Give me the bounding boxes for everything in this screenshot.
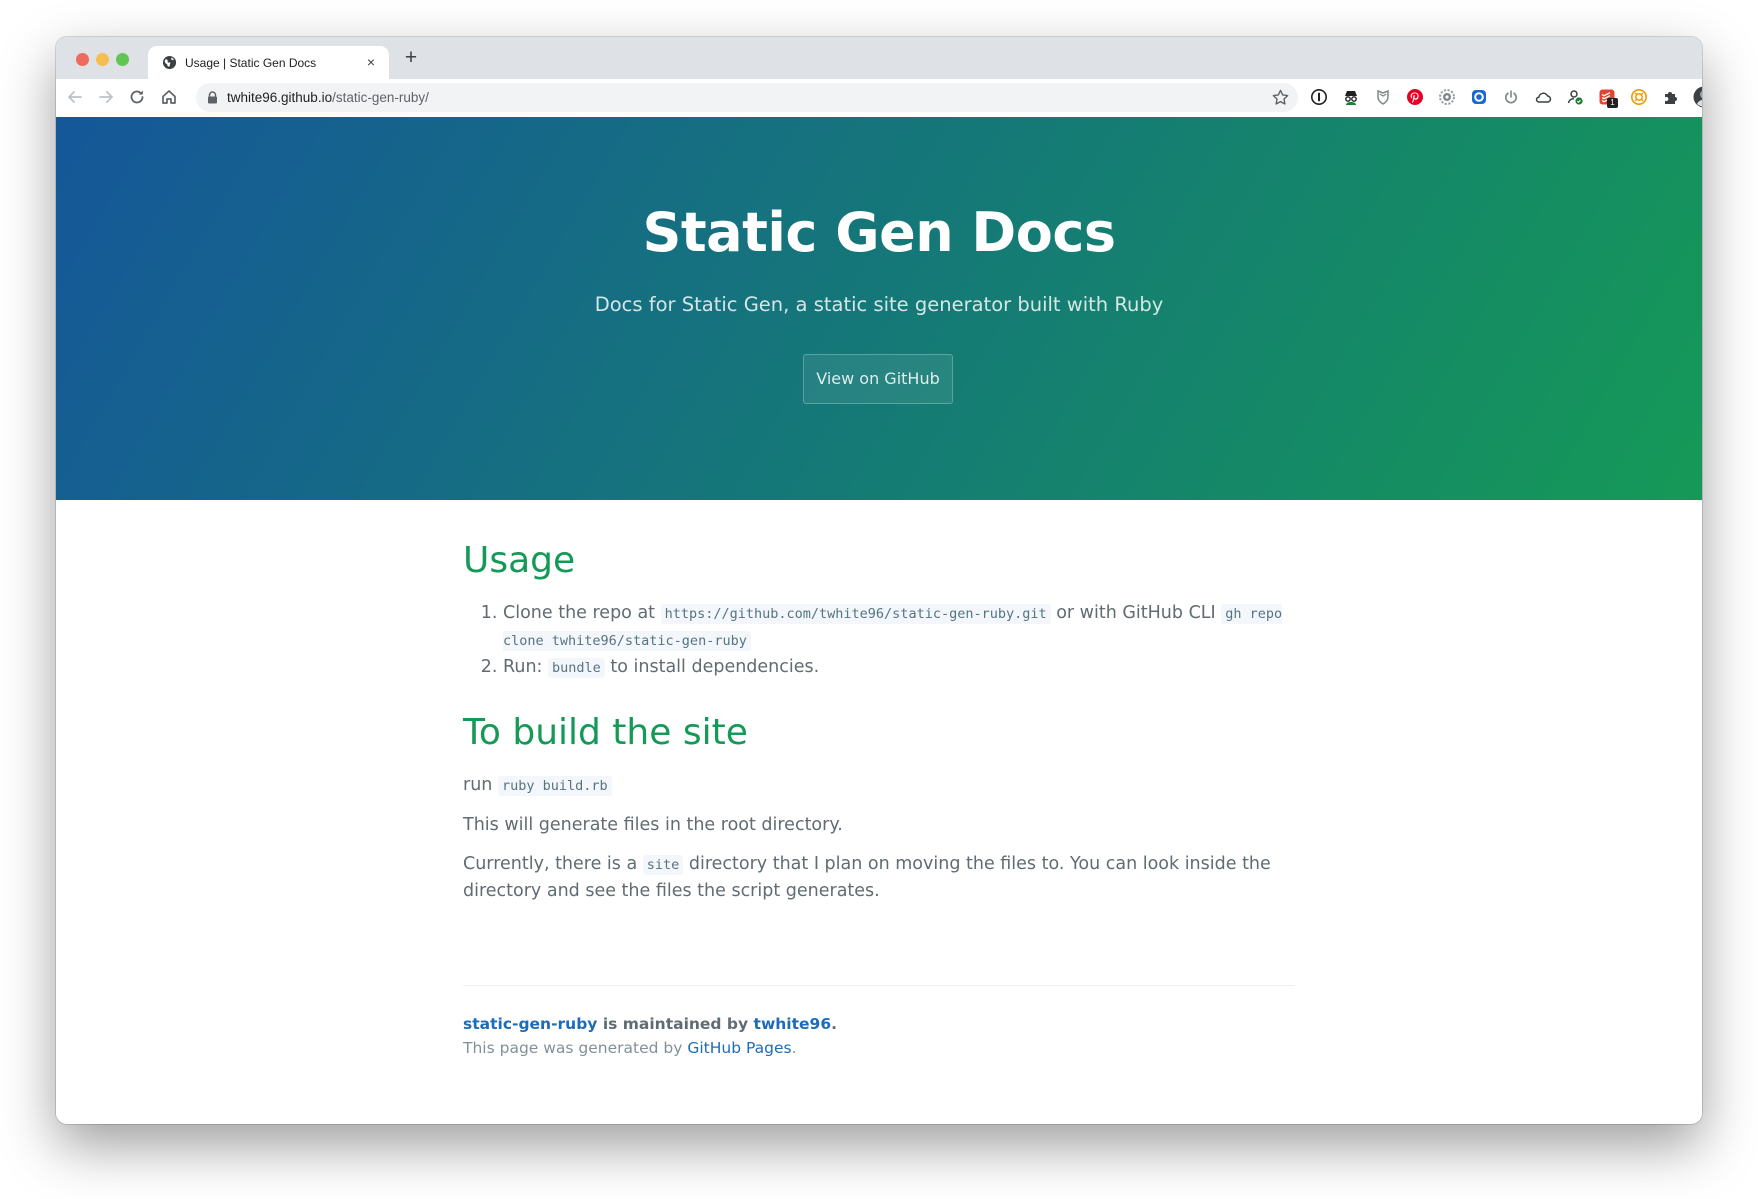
step2-text: Run: [503, 657, 543, 677]
usage-step-2: Run: bundle to install dependencies. [503, 654, 1295, 681]
extension-badge: 1 [1607, 98, 1618, 108]
usage-steps-list: Clone the repo at https://github.com/twh… [463, 600, 1295, 681]
currently-paragraph: Currently, there is a site directory tha… [463, 851, 1295, 904]
owner-link[interactable]: twhite96 [754, 1015, 832, 1033]
url-text: twhite96.github.io/static-gen-ruby/ [227, 90, 429, 105]
project-tagline: Docs for Static Gen, a static site gener… [594, 293, 1164, 316]
currently-start-text: Currently, there is a [463, 854, 638, 874]
repo-link[interactable]: static-gen-ruby [463, 1015, 597, 1033]
orange-sun-icon[interactable] [1630, 88, 1648, 106]
url-host: twhite96.github.io [227, 90, 333, 105]
minimize-window-button[interactable] [96, 53, 109, 66]
person-sync-icon[interactable] [1566, 88, 1584, 106]
usage-heading: Usage [463, 540, 576, 581]
address-bar[interactable]: twhite96.github.io/static-gen-ruby/ [196, 83, 1298, 112]
view-on-github-button[interactable]: View on GitHub [803, 354, 953, 404]
reload-icon[interactable] [126, 86, 148, 108]
cloud-icon[interactable] [1534, 88, 1552, 106]
repo-url-code: https://github.com/twhite96/static-gen-r… [660, 604, 1051, 624]
bookmark-star-icon[interactable] [1271, 88, 1290, 107]
power-icon[interactable] [1502, 88, 1520, 106]
pinterest-icon[interactable] [1406, 88, 1424, 106]
step1-mid-text: or with GitHub CLI [1056, 603, 1216, 623]
url-path: /static-gen-ruby/ [332, 90, 429, 105]
forward-arrow-icon[interactable] [95, 86, 117, 108]
shield-icon[interactable] [1374, 88, 1392, 106]
blue-ring-icon[interactable] [1470, 88, 1488, 106]
lock-icon [208, 91, 217, 104]
owner-period: . [831, 1015, 837, 1033]
new-tab-button[interactable]: + [399, 47, 423, 71]
gear-globe-icon[interactable] [1438, 88, 1456, 106]
tab-strip: Usage | Static Gen Docs × + [56, 37, 1702, 79]
generated-text: This page was generated by [463, 1039, 683, 1057]
active-tab[interactable]: Usage | Static Gen Docs × [148, 46, 389, 79]
spy-icon[interactable] [1342, 88, 1360, 106]
run-command-code: ruby build.rb [497, 776, 612, 796]
github-pages-link[interactable]: GitHub Pages [687, 1039, 791, 1057]
zoom-window-button[interactable] [116, 53, 129, 66]
tab-close-icon[interactable]: × [362, 53, 380, 71]
maintained-text: is maintained by [602, 1015, 749, 1033]
credits-period: . [791, 1039, 797, 1057]
home-icon[interactable] [158, 86, 180, 108]
browser-toolbar: twhite96.github.io/static-gen-ruby/ 1 [56, 79, 1702, 118]
generate-paragraph: This will generate files in the root dir… [463, 815, 843, 835]
back-arrow-icon[interactable] [64, 86, 86, 108]
run-paragraph: run ruby build.rb [463, 772, 1295, 799]
site-footer: static-gen-ruby is maintained by twhite9… [463, 1012, 1295, 1060]
puzzle-icon[interactable] [1662, 88, 1680, 106]
browser-window: Usage | Static Gen Docs × + twhite96.git… [56, 37, 1702, 1124]
page-header: Static Gen Docs Docs for Static Gen, a s… [56, 117, 1702, 500]
main-content: Usage Clone the repo at https://github.c… [463, 500, 1295, 904]
1password-icon[interactable] [1310, 88, 1328, 106]
build-heading: To build the site [463, 712, 748, 753]
project-title: Static Gen Docs [642, 201, 1116, 264]
footer-credits-line: This page was generated by GitHub Pages. [463, 1036, 1295, 1060]
globe-icon [162, 55, 177, 70]
todoist-icon[interactable]: 1 [1598, 88, 1618, 108]
bundle-code: bundle [548, 658, 605, 678]
profile-avatar-icon[interactable] [1693, 86, 1702, 108]
run-text: run [463, 775, 493, 795]
close-window-button[interactable] [76, 53, 89, 66]
step1-text: Clone the repo at [503, 603, 656, 623]
page-viewport: Static Gen Docs Docs for Static Gen, a s… [56, 117, 1702, 1124]
tab-title: Usage | Static Gen Docs [185, 56, 317, 70]
step2-end-text: to install dependencies. [610, 657, 820, 677]
site-dir-code: site [642, 855, 684, 875]
footer-divider [463, 985, 1295, 986]
usage-step-1: Clone the repo at https://github.com/twh… [503, 600, 1295, 654]
footer-owner-line: static-gen-ruby is maintained by twhite9… [463, 1012, 1295, 1036]
